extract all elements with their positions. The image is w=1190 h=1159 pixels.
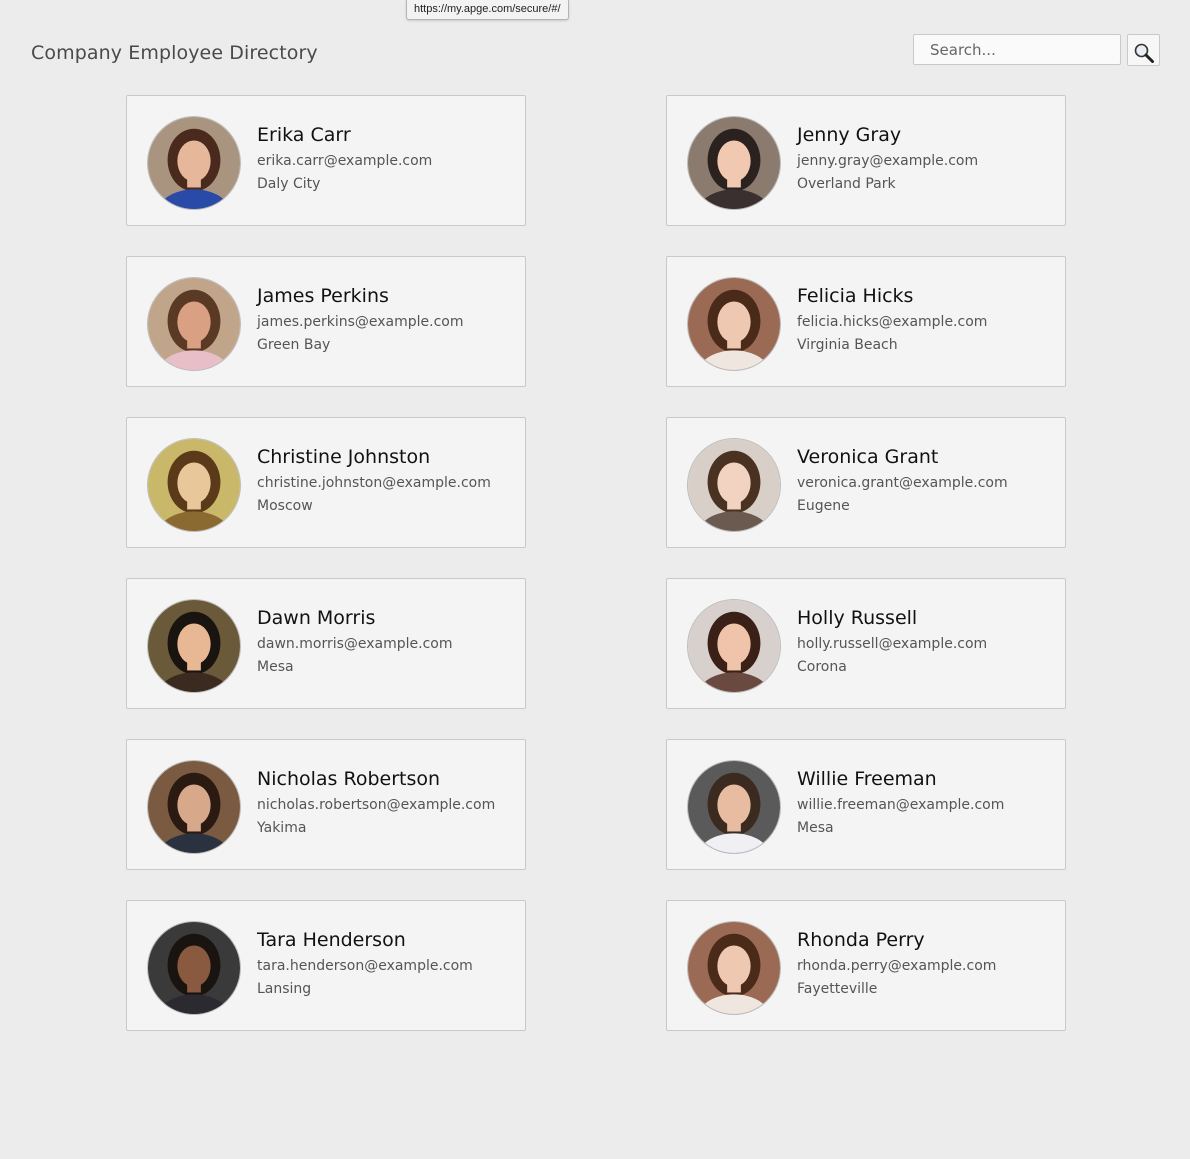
employee-card[interactable]: Tara Henderson tara.henderson@example.co… bbox=[126, 900, 526, 1031]
avatar bbox=[147, 277, 241, 371]
avatar bbox=[687, 760, 781, 854]
employee-card[interactable]: Nicholas Robertson nicholas.robertson@ex… bbox=[126, 739, 526, 870]
avatar bbox=[147, 116, 241, 210]
employee-email: tara.henderson@example.com bbox=[257, 958, 473, 974]
avatar bbox=[147, 760, 241, 854]
avatar-photo bbox=[688, 439, 780, 531]
employee-email: rhonda.perry@example.com bbox=[797, 958, 997, 974]
employee-email: willie.freeman@example.com bbox=[797, 797, 1005, 813]
employee-name: Holly Russell bbox=[797, 607, 918, 629]
employee-city: Fayetteville bbox=[797, 981, 878, 997]
employee-name: Tara Henderson bbox=[257, 929, 406, 951]
employee-name: James Perkins bbox=[257, 285, 389, 307]
employee-card[interactable]: James Perkins james.perkins@example.com … bbox=[126, 256, 526, 387]
employee-card[interactable]: Erika Carr erika.carr@example.com Daly C… bbox=[126, 95, 526, 226]
employee-city: Yakima bbox=[257, 820, 307, 836]
employee-city: Eugene bbox=[797, 498, 850, 514]
employee-name: Rhonda Perry bbox=[797, 929, 925, 951]
avatar bbox=[687, 277, 781, 371]
employee-name: Nicholas Robertson bbox=[257, 768, 441, 790]
employee-card[interactable]: Veronica Grant veronica.grant@example.co… bbox=[666, 417, 1066, 548]
avatar-photo bbox=[148, 439, 240, 531]
magnifier-icon bbox=[1128, 42, 1159, 64]
avatar-photo bbox=[148, 922, 240, 1014]
avatar-photo bbox=[688, 761, 780, 853]
employee-card[interactable]: Dawn Morris dawn.morris@example.com Mesa bbox=[126, 578, 526, 709]
employee-city: Corona bbox=[797, 659, 847, 675]
avatar bbox=[687, 921, 781, 1015]
employee-email: holly.russell@example.com bbox=[797, 636, 988, 652]
avatar bbox=[147, 599, 241, 693]
employee-card[interactable]: Christine Johnston christine.johnston@ex… bbox=[126, 417, 526, 548]
avatar-photo bbox=[148, 117, 240, 209]
avatar bbox=[687, 599, 781, 693]
avatar-photo bbox=[688, 278, 780, 370]
employee-name: Dawn Morris bbox=[257, 607, 376, 629]
employee-email: erika.carr@example.com bbox=[257, 153, 433, 169]
employee-email: veronica.grant@example.com bbox=[797, 475, 1008, 491]
employee-city: Daly City bbox=[257, 176, 321, 192]
employee-name: Felicia Hicks bbox=[797, 285, 914, 307]
search-input[interactable] bbox=[913, 34, 1121, 65]
employee-email: nicholas.robertson@example.com bbox=[257, 797, 496, 813]
employee-grid: Erika Carr erika.carr@example.com Daly C… bbox=[126, 95, 1066, 1031]
employee-email: felicia.hicks@example.com bbox=[797, 314, 988, 330]
avatar-photo bbox=[148, 600, 240, 692]
avatar bbox=[687, 116, 781, 210]
employee-name: Willie Freeman bbox=[797, 768, 937, 790]
employee-card[interactable]: Rhonda Perry rhonda.perry@example.com Fa… bbox=[666, 900, 1066, 1031]
employee-email: dawn.morris@example.com bbox=[257, 636, 453, 652]
status-url-tooltip: https://my.apge.com/secure/#/ bbox=[406, 0, 569, 20]
employee-name: Christine Johnston bbox=[257, 446, 431, 468]
avatar-photo bbox=[688, 600, 780, 692]
employee-card[interactable]: Jenny Gray jenny.gray@example.com Overla… bbox=[666, 95, 1066, 226]
avatar bbox=[147, 921, 241, 1015]
employee-city: Mesa bbox=[257, 659, 294, 675]
employee-name: Jenny Gray bbox=[797, 124, 902, 146]
search-button[interactable] bbox=[1127, 34, 1160, 66]
employee-name: Erika Carr bbox=[257, 124, 351, 146]
employee-name: Veronica Grant bbox=[797, 446, 939, 468]
avatar bbox=[147, 438, 241, 532]
avatar-photo bbox=[148, 761, 240, 853]
employee-email: christine.johnston@example.com bbox=[257, 475, 491, 491]
employee-city: Virginia Beach bbox=[797, 337, 898, 353]
employee-city: Green Bay bbox=[257, 337, 331, 353]
employee-city: Lansing bbox=[257, 981, 312, 997]
avatar-photo bbox=[688, 922, 780, 1014]
employee-card[interactable]: Felicia Hicks felicia.hicks@example.com … bbox=[666, 256, 1066, 387]
avatar-photo bbox=[148, 278, 240, 370]
employee-city: Overland Park bbox=[797, 176, 896, 192]
avatar bbox=[687, 438, 781, 532]
employee-email: jenny.gray@example.com bbox=[797, 153, 979, 169]
employee-card[interactable]: Willie Freeman willie.freeman@example.co… bbox=[666, 739, 1066, 870]
employee-email: james.perkins@example.com bbox=[257, 314, 464, 330]
page-title: Company Employee Directory bbox=[31, 42, 318, 64]
avatar-photo bbox=[688, 117, 780, 209]
employee-city: Mesa bbox=[797, 820, 834, 836]
employee-card[interactable]: Holly Russell holly.russell@example.com … bbox=[666, 578, 1066, 709]
employee-city: Moscow bbox=[257, 498, 313, 514]
